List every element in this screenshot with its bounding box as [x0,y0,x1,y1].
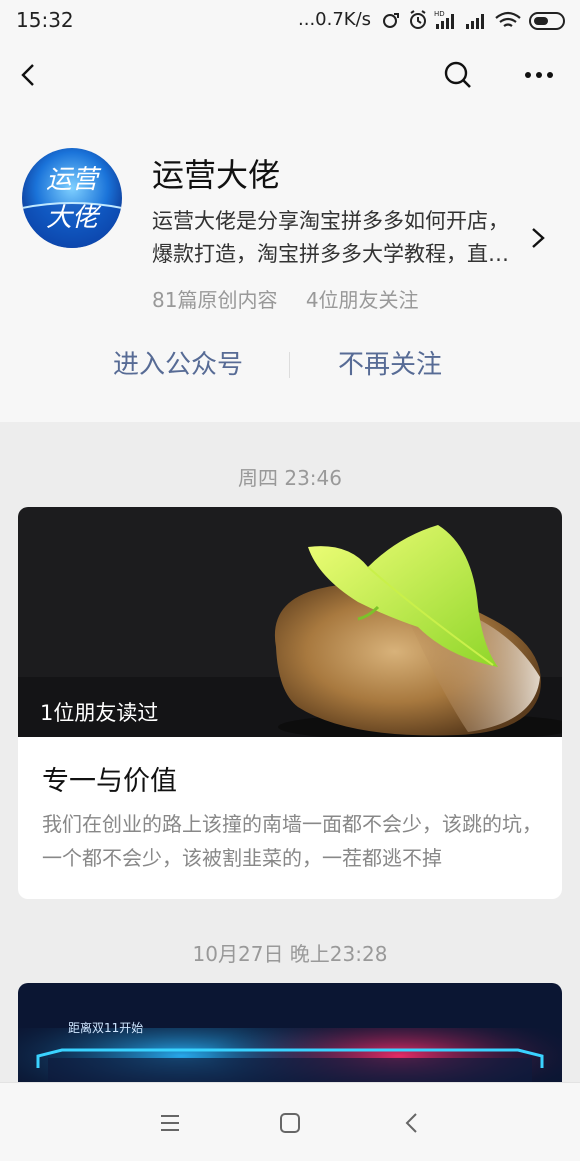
avatar-logo: 运营 大佬 [22,148,122,248]
sync-icon [383,13,399,28]
article-date: 10月27日 晚上23:28 [192,942,388,966]
menu-icon [161,1115,179,1131]
search-icon [444,61,471,88]
wifi-icon [495,11,521,27]
menu-button[interactable] [150,1103,190,1143]
more-button[interactable] [514,50,564,100]
enter-account-button[interactable]: 进入公众号 [88,340,268,390]
account-header: 15:32 ...0.7K/s HD 运营 大佬 运营大佬 运营大佬是分享淘宝拼… [0,0,580,422]
article-card[interactable]: 1位朋友读过 专一与价值 我们在创业的路上该撞的南墙一面都不会少，该跳的坑，一个… [18,507,562,899]
home-button[interactable] [270,1103,310,1143]
friends-follow: 4位朋友关注 [305,288,419,312]
friends-read-label: 1位朋友读过 [40,701,159,725]
account-actions: 进入公众号 不再关注 [0,340,580,390]
avatar[interactable]: 运营 大佬 [22,148,122,248]
article-digest: 我们在创业的路上该撞的南墙一面都不会少，该跳的坑，一个都不会少，该被割韭菜的，一… [42,812,542,870]
countdown-label: 距离双11开始 [68,1021,144,1035]
status-bar: 15:32 ...0.7K/s HD [0,0,580,40]
network-speed: ...0.7K/s [298,9,372,30]
back-chevron-icon [405,1113,417,1133]
svg-text:运营: 运营 [46,165,102,195]
home-square-icon [280,1113,300,1133]
original-count: 81篇原创内容 [152,288,278,312]
system-back-button[interactable] [392,1103,432,1143]
account-stats: 81篇原创内容 4位朋友关注 [152,284,441,313]
status-time: 15:32 [16,8,74,32]
chevron-right-icon[interactable] [524,224,552,252]
divider [289,352,290,378]
unfollow-button[interactable]: 不再关注 [300,340,480,390]
back-button[interactable] [4,50,54,100]
nav-bar [0,40,580,110]
search-button[interactable] [433,50,483,100]
battery-icon [529,12,565,30]
back-arrow-icon [21,64,34,86]
status-icons: HD [383,10,565,30]
system-nav-bar [0,1082,580,1161]
article-date: 周四 23:46 [238,466,342,490]
hd-signal-icon: HD [434,10,454,29]
alarm-icon [410,10,426,29]
account-name: 运营大佬 [152,156,281,194]
svg-text:大佬: 大佬 [46,203,102,233]
more-dots-icon [525,72,553,78]
account-description[interactable]: 运营大佬是分享淘宝拼多多如何开店，爆款打造，淘宝拼多多大学教程，直… [152,205,524,271]
svg-text:HD: HD [434,10,445,18]
signal-icon [466,14,484,29]
article-title: 专一与价值 [42,766,177,797]
